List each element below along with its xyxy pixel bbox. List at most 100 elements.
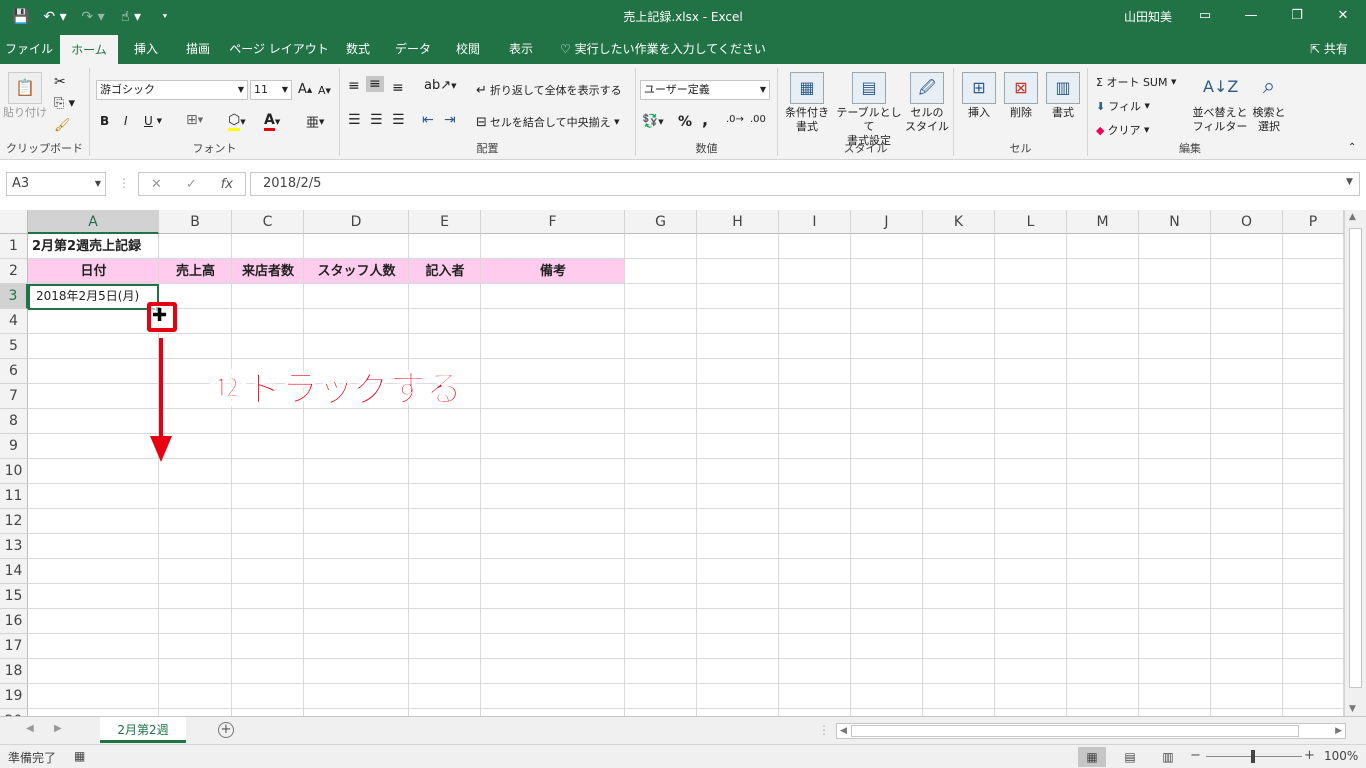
font-size-select[interactable]: 11 ▼ xyxy=(250,80,292,100)
tab-home[interactable]: ホーム xyxy=(60,34,118,64)
scroll-up-icon[interactable]: ▲ xyxy=(1349,212,1356,222)
ribbon-display-icon[interactable]: ▭ xyxy=(1182,0,1228,30)
row-header-7[interactable]: 7 xyxy=(0,384,28,409)
tab-review[interactable]: 校閲 xyxy=(444,34,492,64)
align-right-icon[interactable]: ☰ xyxy=(392,112,405,128)
increase-decimal-icon[interactable]: .0→ xyxy=(726,114,744,125)
row-header-2[interactable]: 2 xyxy=(0,259,28,284)
zoom-out-icon[interactable]: − xyxy=(1190,748,1201,763)
format-as-table-button[interactable]: ▤ テーブルとして 書式設定 xyxy=(832,72,906,148)
align-center-icon[interactable]: ☰ xyxy=(370,112,383,128)
borders-icon[interactable]: ⊞ ▼ xyxy=(186,112,203,128)
comma-button[interactable]: , xyxy=(702,110,708,129)
cell-e2[interactable]: 記入者 xyxy=(409,259,481,284)
column-header-n[interactable]: N xyxy=(1139,210,1211,234)
tab-data[interactable]: データ xyxy=(388,34,438,64)
add-sheet-icon[interactable]: + xyxy=(218,722,234,738)
sheet-next-icon[interactable]: ▶ xyxy=(54,723,62,734)
cell-c2[interactable]: 来店者数 xyxy=(232,259,304,284)
name-box[interactable]: A3 ▼ xyxy=(6,172,106,196)
zoom-level[interactable]: 100% xyxy=(1324,749,1358,763)
user-name[interactable]: 山田知美 xyxy=(1124,8,1172,25)
horizontal-scrollbar[interactable]: ◀ ▶ xyxy=(836,723,1346,739)
row-header-6[interactable]: 6 xyxy=(0,359,28,384)
find-select-button[interactable]: ⌕ 検索と 選択 xyxy=(1246,72,1292,134)
close-button[interactable]: ✕ xyxy=(1320,0,1366,30)
enter-icon[interactable]: ✓ xyxy=(186,177,197,192)
select-all-corner[interactable] xyxy=(0,210,28,234)
bold-button[interactable]: B xyxy=(100,114,109,128)
scroll-right-icon[interactable]: ▶ xyxy=(1335,724,1342,738)
percent-button[interactable]: % xyxy=(678,114,692,130)
restore-button[interactable]: ❐ xyxy=(1274,0,1320,30)
decrease-decimal-icon[interactable]: .00 xyxy=(750,114,766,125)
macro-record-icon[interactable]: ▦ xyxy=(74,749,85,763)
align-left-icon[interactable]: ☰ xyxy=(348,112,361,128)
phonetic-icon[interactable]: 亜 ▼ xyxy=(306,112,324,131)
clear-button[interactable]: ◆ クリア ▼ xyxy=(1096,122,1149,138)
tab-split-handle[interactable]: ⋮ xyxy=(818,723,830,737)
sheet-tab-active[interactable]: 2月第2週 xyxy=(100,717,186,743)
cut-icon[interactable]: ✂ xyxy=(54,74,66,90)
format-painter-icon[interactable]: 🖌 xyxy=(54,118,71,133)
column-header-e[interactable]: E xyxy=(409,210,481,234)
cell-a1[interactable]: 2月第2週売上記録 xyxy=(32,234,141,259)
currency-icon[interactable]: 💱 ▼ xyxy=(642,114,664,129)
tab-view[interactable]: 表示 xyxy=(498,34,544,64)
autosum-button[interactable]: Σ オート SUM ▼ xyxy=(1096,74,1176,90)
sheet-prev-icon[interactable]: ◀ xyxy=(26,723,34,734)
column-header-p[interactable]: P xyxy=(1283,210,1344,234)
orientation-icon[interactable]: ab↗ ▼ xyxy=(424,78,457,93)
column-header-l[interactable]: L xyxy=(995,210,1067,234)
row-header-3[interactable]: 3 xyxy=(0,284,28,309)
italic-button[interactable]: I xyxy=(124,114,128,128)
page-break-view-icon[interactable]: ▥ xyxy=(1154,747,1182,767)
column-header-o[interactable]: O xyxy=(1211,210,1283,234)
scroll-left-icon[interactable]: ◀ xyxy=(840,724,847,738)
row-header-17[interactable]: 17 xyxy=(0,634,28,659)
column-header-j[interactable]: J xyxy=(851,210,923,234)
row-header-11[interactable]: 11 xyxy=(0,484,28,509)
cell-b2[interactable]: 売上高 xyxy=(159,259,232,284)
row-header-5[interactable]: 5 xyxy=(0,334,28,359)
tab-page-layout[interactable]: ページ レイアウト xyxy=(228,34,330,64)
fill-button[interactable]: ⬇ フィル ▼ xyxy=(1096,98,1150,114)
column-header-f[interactable]: F xyxy=(481,210,625,234)
cancel-icon[interactable]: ✕ xyxy=(151,177,162,192)
cell-d2[interactable]: スタッフ人数 xyxy=(304,259,409,284)
insert-function-icon[interactable]: fx xyxy=(221,177,233,192)
sort-filter-button[interactable]: A↓Z 並べ替えと フィルター xyxy=(1192,72,1248,134)
cell-styles-button[interactable]: 🖉 セルの スタイル xyxy=(902,72,952,134)
column-header-a[interactable]: A xyxy=(28,210,159,234)
tell-me-search[interactable]: ♡ 実行したい作業を入力してください xyxy=(560,34,766,64)
tab-insert[interactable]: 挿入 xyxy=(122,34,170,64)
row-header-19[interactable]: 19 xyxy=(0,684,28,709)
minimize-button[interactable]: — xyxy=(1228,0,1274,30)
column-header-g[interactable]: G xyxy=(625,210,697,234)
tab-formulas[interactable]: 数式 xyxy=(334,34,382,64)
worksheet-grid[interactable]: A B C D E F G H I J K L M N O P 1 2 3 4 … xyxy=(0,210,1366,716)
row-header-15[interactable]: 15 xyxy=(0,584,28,609)
column-header-b[interactable]: B xyxy=(159,210,232,234)
column-header-m[interactable]: M xyxy=(1067,210,1139,234)
copy-icon[interactable]: ⎘ ▾ xyxy=(54,96,75,111)
column-header-i[interactable]: I xyxy=(779,210,851,234)
column-header-h[interactable]: H xyxy=(697,210,779,234)
underline-button[interactable]: U ▼ xyxy=(144,114,162,128)
number-format-select[interactable]: ユーザー定義 ▼ xyxy=(640,80,770,100)
merge-center-button[interactable]: ⊟ セルを結合して中央揃え ▼ xyxy=(476,114,619,130)
delete-cells-button[interactable]: ⊠ 削除 xyxy=(998,72,1044,120)
row-header-16[interactable]: 16 xyxy=(0,609,28,634)
column-header-d[interactable]: D xyxy=(304,210,409,234)
paste-button[interactable]: 📋 貼り付け xyxy=(2,72,48,120)
row-header-9[interactable]: 9 xyxy=(0,434,28,459)
cell-f2[interactable]: 備考 xyxy=(481,259,625,284)
fill-color-icon[interactable]: ⬡ ▼ xyxy=(228,112,246,131)
decrease-indent-icon[interactable]: ⇤ xyxy=(422,112,434,128)
share-button[interactable]: ⇱ 共有 xyxy=(1310,34,1348,64)
tab-draw[interactable]: 描画 xyxy=(174,34,222,64)
align-middle-icon[interactable]: ≡ xyxy=(366,76,384,92)
conditional-format-button[interactable]: ▦ 条件付き 書式 xyxy=(780,72,834,134)
align-bottom-icon[interactable]: ≡ xyxy=(392,80,404,96)
row-header-14[interactable]: 14 xyxy=(0,559,28,584)
